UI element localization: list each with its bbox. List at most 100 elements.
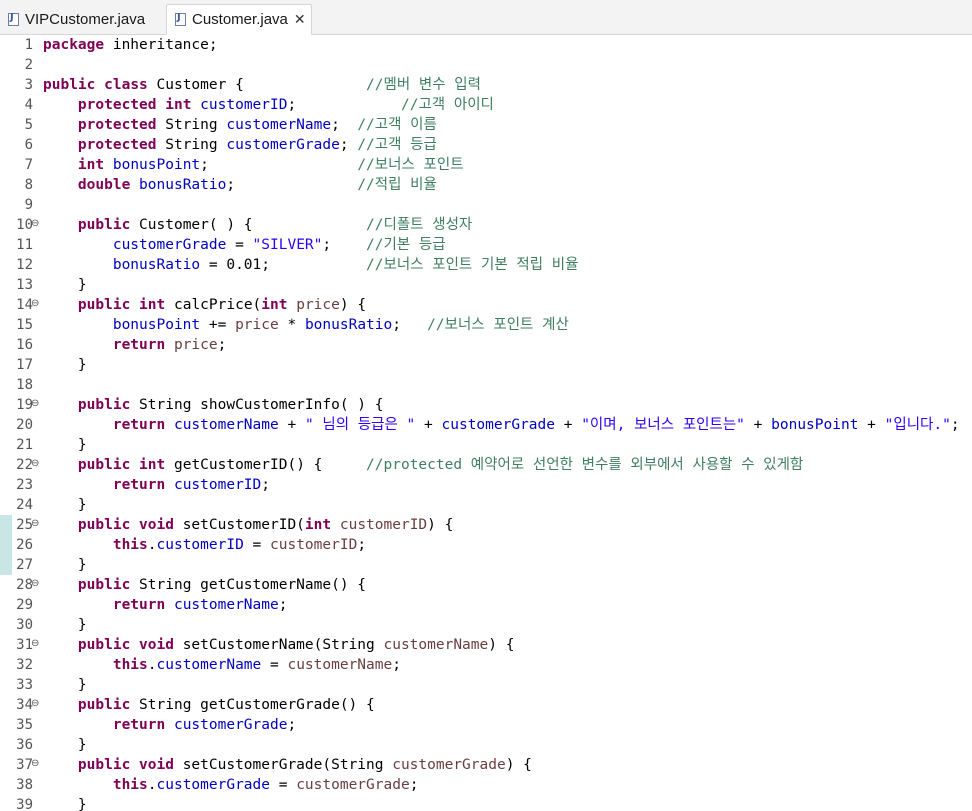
code-line[interactable]: 4 protected int customerID; //고객 아이디 — [0, 95, 972, 115]
fold-minus-icon[interactable]: ⊖ — [31, 699, 39, 709]
code-line[interactable]: 37 ⊖ public void setCustomerGrade(String … — [0, 755, 972, 775]
code-line[interactable]: 25 ⊖ public void setCustomerID(int custom… — [0, 515, 972, 535]
code-token: ; — [409, 777, 419, 793]
line-number: 27 — [16, 557, 33, 573]
code-line[interactable]: 3 public class Customer { //멤버 변수 입력 — [0, 75, 972, 95]
code-token: ) { — [427, 517, 454, 533]
code-line[interactable]: 39 } — [0, 795, 972, 811]
code-line[interactable]: 19 ⊖ public String showCustomerInfo( ) { — [0, 395, 972, 415]
code-line[interactable]: 21 } — [0, 435, 972, 455]
line-number: 36 — [16, 737, 33, 753]
code-line[interactable]: 15 bonusPoint += price * bonusRatio; //보… — [0, 315, 972, 335]
line-number: 17 — [16, 357, 33, 373]
code-line[interactable]: 6 protected String customerGrade; //고객 등… — [0, 135, 972, 155]
code-token: //고객 등급 — [357, 137, 437, 153]
fold-minus-icon[interactable]: ⊖ — [31, 399, 39, 409]
code-line[interactable]: 28 ⊖ public String getCustomerName() { — [0, 575, 972, 595]
code-text: public void setCustomerGrade(String cust… — [43, 755, 532, 775]
code-text: public Customer( ) { //디폴트 생성자 — [43, 215, 472, 235]
tab-vipcustomer-java[interactable]: VIPCustomer.java — [0, 4, 164, 34]
code-line[interactable]: 7 int bonusPoint; //보너스 포인트 — [0, 155, 972, 175]
code-token: protected — [77, 137, 157, 153]
code-line[interactable]: 30 } — [0, 615, 972, 635]
code-line[interactable]: 36 } — [0, 735, 972, 755]
code-line[interactable]: 33 } — [0, 675, 972, 695]
fold-minus-icon[interactable]: ⊖ — [31, 519, 39, 529]
code-token: + — [744, 417, 772, 433]
line-number: 3 — [24, 77, 33, 93]
code-line[interactable]: 17 } — [0, 355, 972, 375]
code-line[interactable]: 14 ⊖ public int calcPrice(int price) { — [0, 295, 972, 315]
code-line[interactable]: 10 ⊖ public Customer( ) { //디폴트 생성자 — [0, 215, 972, 235]
code-token: //보너스 포인트 계산 — [427, 317, 569, 333]
code-token: ; — [392, 317, 428, 333]
code-line[interactable]: 38 this.customerGrade = customerGrade; — [0, 775, 972, 795]
code-line[interactable]: 1 package inheritance; — [0, 35, 972, 55]
code-token: price — [173, 337, 218, 353]
code-text: public int calcPrice(int price) { — [43, 295, 366, 315]
fold-minus-icon[interactable]: ⊖ — [31, 579, 39, 589]
line-number: 20 — [16, 417, 33, 433]
code-token: int — [139, 297, 166, 313]
code-line[interactable]: 18 — [0, 375, 972, 395]
code-token: ; — [392, 657, 401, 673]
line-number: 21 — [16, 437, 33, 453]
code-token: ; — [226, 177, 358, 193]
code-text: package inheritance; — [43, 35, 218, 55]
code-line[interactable]: 2 — [0, 55, 972, 75]
code-text: protected int customerID; //고객 아이디 — [43, 95, 494, 115]
fold-minus-icon[interactable]: ⊖ — [31, 459, 39, 469]
code-line[interactable]: 34 ⊖ public String getCustomerGrade() { — [0, 695, 972, 715]
code-line[interactable]: 26 this.customerID = customerID; — [0, 535, 972, 555]
code-line[interactable]: 32 this.customerName = customerName; — [0, 655, 972, 675]
code-line[interactable]: 35 return customerGrade; — [0, 715, 972, 735]
code-line[interactable]: 12 bonusRatio = 0.01; //보너스 포인트 기본 적립 비율 — [0, 255, 972, 275]
code-token: //보너스 포인트 — [357, 157, 464, 173]
code-line[interactable]: 27 } — [0, 555, 972, 575]
fold-minus-icon[interactable]: ⊖ — [31, 299, 39, 309]
fold-minus-icon[interactable]: ⊖ — [31, 759, 39, 769]
code-line[interactable]: 16 return price; — [0, 335, 972, 355]
code-line[interactable]: 29 return customerName; — [0, 595, 972, 615]
code-token: bonusRatio — [112, 257, 201, 273]
code-line[interactable]: 9 — [0, 195, 972, 215]
code-token: . — [147, 777, 157, 793]
fold-minus-icon[interactable]: ⊖ — [31, 639, 39, 649]
code-token: //디폴트 생성자 — [366, 217, 473, 233]
code-text: return customerID; — [43, 475, 270, 495]
code-text: public class Customer { //멤버 변수 입력 — [43, 75, 481, 95]
code-line[interactable]: 22 ⊖ public int getCustomerID() { //prote… — [0, 455, 972, 475]
code-text: public void setCustomerName(String custo… — [43, 635, 515, 655]
line-number: 12 — [16, 257, 33, 273]
code-line[interactable]: 24 } — [0, 495, 972, 515]
code-line[interactable]: 8 double bonusRatio; //적립 비율 — [0, 175, 972, 195]
code-token: price — [296, 297, 340, 313]
code-token: ; — [278, 597, 288, 613]
code-token: ) { — [488, 637, 515, 653]
tab-customer-java[interactable]: Customer.java ✕ — [166, 4, 312, 35]
code-line[interactable]: 13 } — [0, 275, 972, 295]
close-icon[interactable]: ✕ — [294, 11, 306, 28]
code-token: public — [77, 297, 131, 313]
code-line[interactable]: 23 return customerID; — [0, 475, 972, 495]
code-line[interactable]: 5 protected String customerName; //고객 이름 — [0, 115, 972, 135]
fold-minus-icon[interactable]: ⊖ — [31, 219, 39, 229]
code-editor[interactable]: 1 package inheritance; 2 3 public class Cust… — [0, 35, 972, 811]
code-line[interactable]: 11 customerGrade = "SILVER"; //기본 등급 — [0, 235, 972, 255]
code-line[interactable]: 31 ⊖ public void setCustomerName(String c… — [0, 635, 972, 655]
line-number: 10 — [16, 217, 33, 233]
line-number: 1 — [24, 37, 33, 53]
code-line[interactable]: 20 return customerName + " 님의 등급은 " + cu… — [0, 415, 972, 435]
line-number: 38 — [16, 777, 33, 793]
code-text: public void setCustomerID(int customerID… — [43, 515, 453, 535]
